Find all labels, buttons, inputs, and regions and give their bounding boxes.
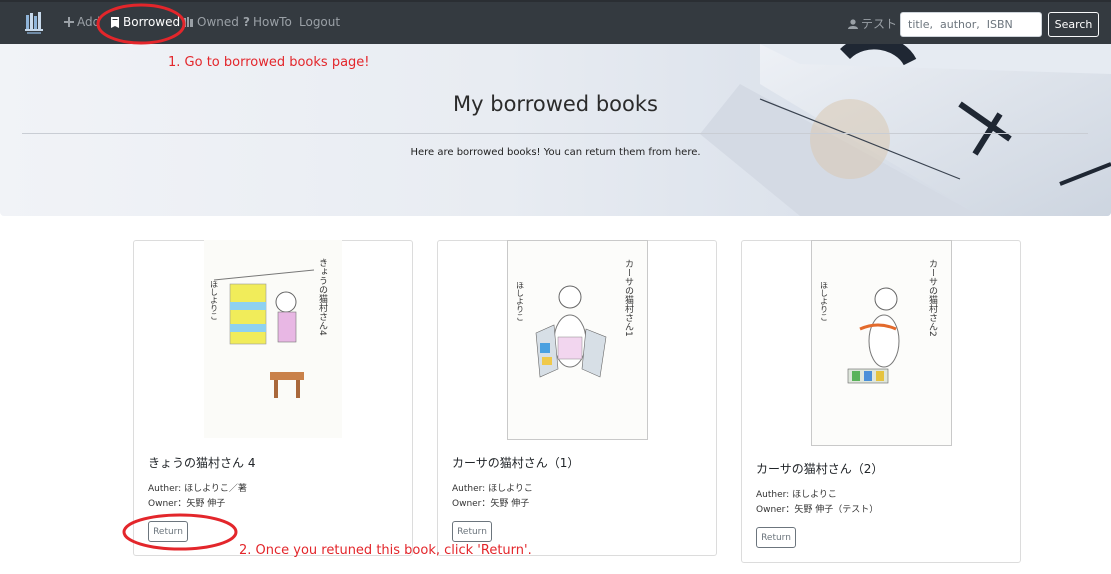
svg-text:ほしよりこ: ほしよりこ [516, 281, 525, 321]
cat-illustration-icon: きょうの猫村さん4 ほしよりこ [204, 240, 342, 438]
annotation-step1: 1. Go to borrowed books page! [168, 55, 370, 70]
book-cover-image[interactable]: きょうの猫村さん4 ほしよりこ [204, 240, 342, 438]
hero-banner: My borrowed books Here are borrowed book… [0, 44, 1111, 216]
nav-owned[interactable]: Owned [184, 15, 239, 29]
plus-icon [64, 17, 74, 27]
page-lead: Here are borrowed books! You can return … [410, 147, 701, 158]
return-button[interactable]: Return [452, 521, 492, 542]
book-author: Auther: ほしよりこ [452, 484, 533, 494]
nav-howto[interactable]: ? HowTo [243, 15, 292, 29]
cat-illustration-icon: カーサの猫村さん2 ほしよりこ [812, 241, 951, 445]
nav-user-label: テスト [861, 17, 898, 31]
annotation-circle-borrowed [96, 3, 186, 45]
books-logo-icon[interactable] [25, 11, 45, 35]
nav-user[interactable]: テスト [848, 15, 897, 32]
user-icon [848, 18, 858, 29]
book-author: Auther: ほしよりこ [756, 490, 837, 500]
nav-owned-label: Owned [197, 15, 239, 29]
book-title: カーサの猫村さん（1） [452, 456, 580, 470]
question-icon: ? [243, 15, 250, 29]
book-owner: Owner：矢野 伸子（テスト） [756, 505, 879, 515]
search-button[interactable]: Search [1048, 12, 1099, 37]
search-input[interactable] [900, 12, 1042, 37]
cat-illustration-icon: カーサの猫村さん1 ほしよりこ [508, 241, 647, 439]
annotation-step2: 2. Once you retuned this book, click 'Re… [239, 543, 532, 558]
book-owner: Owner：矢野 伸子 [148, 499, 226, 509]
svg-text:きょうの猫村さん4: きょうの猫村さん4 [317, 258, 328, 336]
annotation-circle-return [122, 513, 238, 551]
nav-howto-label: HowTo [252, 15, 292, 29]
book-cover-image[interactable]: カーサの猫村さん2 ほしよりこ [811, 240, 952, 446]
book-title: カーサの猫村さん（2） [756, 462, 884, 476]
nav-logout[interactable]: Logout [299, 15, 340, 29]
svg-text:カーサの猫村さん1: カーサの猫村さん1 [623, 259, 634, 337]
hero-divider [22, 133, 1088, 134]
return-button[interactable]: Return [756, 527, 796, 548]
svg-text:ほしよりこ: ほしよりこ [820, 281, 829, 321]
page-title: My borrowed books [453, 92, 658, 116]
svg-text:ほしよりこ: ほしよりこ [210, 280, 219, 320]
book-author: Auther: ほしよりこ／著 [148, 484, 247, 494]
book-owner: Owner：矢野 伸子 [452, 499, 530, 509]
hero-background-image [700, 44, 1111, 216]
book-title: きょうの猫村さん 4 [148, 456, 256, 470]
nav-logout-label: Logout [299, 15, 341, 29]
book-cover-image[interactable]: カーサの猫村さん1 ほしよりこ [507, 240, 648, 440]
svg-text:カーサの猫村さん2: カーサの猫村さん2 [927, 259, 938, 337]
